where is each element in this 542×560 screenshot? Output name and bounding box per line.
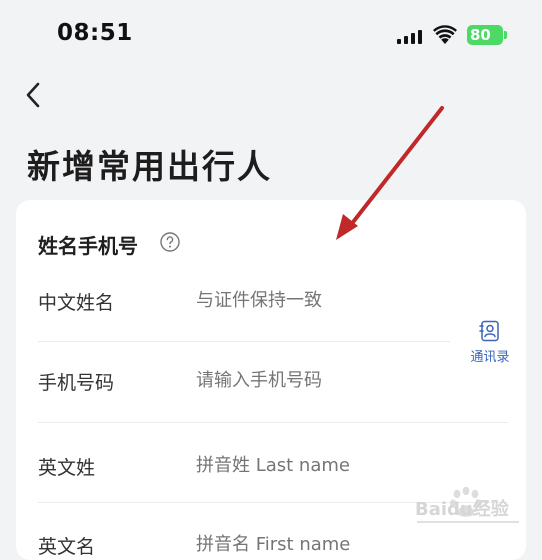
wifi-icon <box>433 25 457 44</box>
cellular-signal-icon <box>397 30 422 44</box>
first-name-label: 英文名 <box>38 536 96 558</box>
watermark-text: Baidu经验 <box>415 498 510 520</box>
contacts-button[interactable]: 通讯录 <box>464 320 516 370</box>
battery-tip <box>504 31 507 39</box>
contacts-label: 通讯录 <box>470 350 510 365</box>
baidu-watermark-logo: Baidu经验 <box>415 486 519 523</box>
row-divider <box>38 422 508 423</box>
chinese-name-input[interactable] <box>196 290 456 311</box>
contacts-book-icon <box>479 320 499 342</box>
status-time: 08:51 <box>57 20 133 46</box>
battery-indicator: 80 <box>467 25 503 45</box>
section-title: 姓名手机号 <box>38 234 138 258</box>
phone-input[interactable] <box>196 370 456 391</box>
chinese-name-label: 中文姓名 <box>38 292 115 314</box>
last-name-label: 英文姓 <box>38 457 96 479</box>
status-bar: 08:51 80 <box>0 0 542 70</box>
row-divider <box>38 341 450 342</box>
last-name-input[interactable] <box>196 455 456 476</box>
phone-label: 手机号码 <box>38 372 115 394</box>
back-chevron-icon[interactable] <box>22 80 46 110</box>
first-name-input[interactable] <box>196 534 456 555</box>
page-title: 新增常用出行人 <box>27 147 272 186</box>
help-question-icon[interactable] <box>160 232 180 252</box>
